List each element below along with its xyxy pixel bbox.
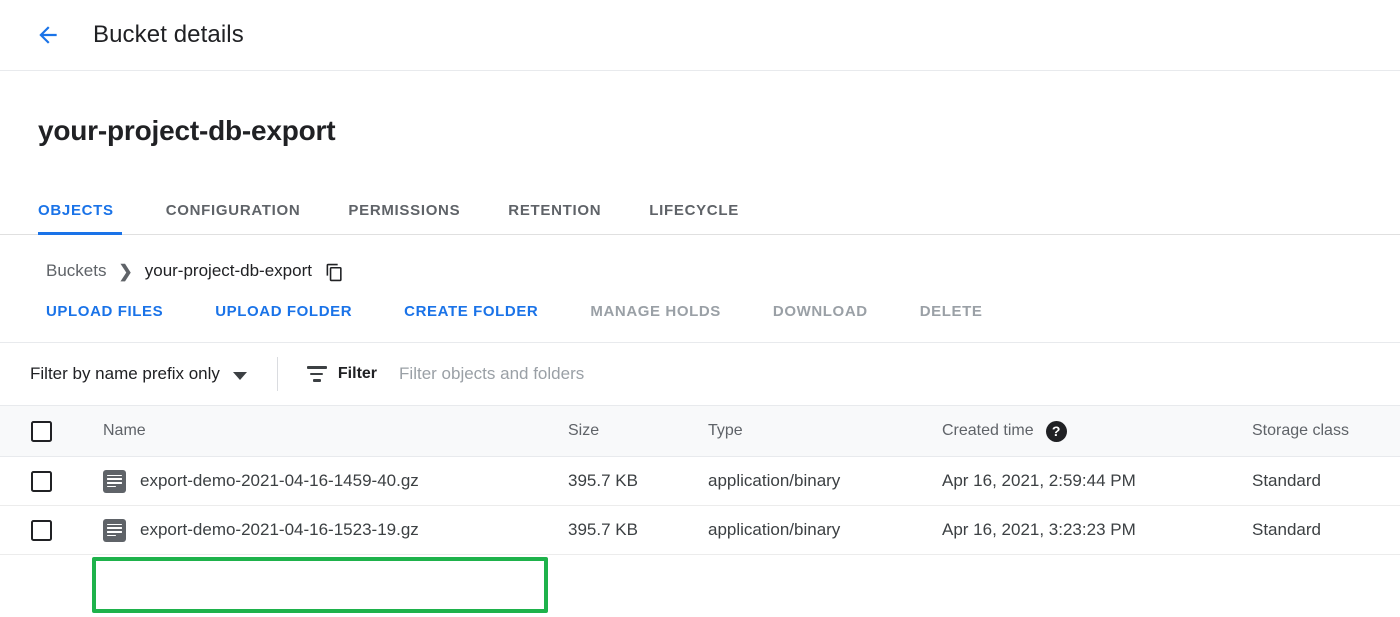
tab-bar: OBJECTS CONFIGURATION PERMISSIONS RETENT…: [0, 169, 1400, 235]
chevron-down-icon: [232, 372, 247, 380]
column-header-type[interactable]: Type: [708, 422, 942, 440]
column-header-size[interactable]: Size: [568, 422, 708, 440]
arrow-left-icon: [39, 26, 57, 44]
select-all-checkbox[interactable]: [31, 420, 52, 442]
breadcrumb-current-bucket: your-project-db-export: [144, 261, 312, 280]
filter-input[interactable]: Filter objects and folders: [399, 364, 584, 384]
filter-icon: [306, 364, 328, 384]
column-header-storage-class[interactable]: Storage class: [1252, 422, 1400, 440]
file-icon: [103, 518, 126, 542]
manage-holds-button[interactable]: MANAGE HOLDS: [590, 303, 721, 320]
help-icon[interactable]: ?: [1045, 420, 1067, 442]
create-folder-button[interactable]: CREATE FOLDER: [404, 303, 538, 320]
breadcrumb: Buckets ❯ your-project-db-export: [0, 235, 1400, 281]
row-select-cell: [0, 519, 103, 541]
row-created-time-cell: Apr 16, 2021, 2:59:44 PM: [942, 471, 1136, 490]
object-name-link[interactable]: export-demo-2021-04-16-1523-19.gz: [140, 520, 419, 540]
row-type-cell: application/binary: [708, 471, 841, 490]
tab-configuration[interactable]: CONFIGURATION: [142, 202, 325, 234]
file-icon: [103, 469, 126, 493]
filter-mode-label: Filter by name prefix only: [30, 364, 220, 383]
row-size-cell: 395.7 KB: [568, 520, 638, 539]
breadcrumb-separator-icon: ❯: [118, 261, 133, 281]
filter-bar: Filter by name prefix only Filter Filter…: [0, 343, 1400, 405]
filter-button[interactable]: Filter: [306, 364, 399, 384]
tab-lifecycle[interactable]: LIFECYCLE: [625, 202, 763, 234]
table-row[interactable]: export-demo-2021-04-16-1523-19.gz 395.7 …: [0, 506, 1400, 555]
row-name-cell[interactable]: export-demo-2021-04-16-1459-40.gz: [103, 469, 568, 493]
row-select-cell: [0, 470, 103, 492]
app-bar: Bucket details: [0, 0, 1400, 71]
breadcrumb-buckets-link[interactable]: Buckets: [46, 261, 106, 281]
row-size-cell: 395.7 KB: [568, 471, 638, 490]
filter-divider: [276, 357, 278, 391]
filter-mode-dropdown[interactable]: Filter by name prefix only: [30, 364, 247, 384]
bucket-name-heading: your-project-db-export: [38, 115, 336, 146]
delete-button[interactable]: DELETE: [920, 303, 983, 320]
upload-folder-button[interactable]: UPLOAD FOLDER: [215, 303, 352, 320]
select-all-cell: [0, 420, 103, 442]
page-title: Bucket details: [93, 21, 244, 48]
table-row[interactable]: export-demo-2021-04-16-1459-40.gz 395.7 …: [0, 457, 1400, 506]
copy-icon[interactable]: [325, 263, 344, 282]
filter-label: Filter: [337, 365, 378, 382]
row-type-cell: application/binary: [708, 520, 841, 539]
download-button[interactable]: DOWNLOAD: [773, 303, 868, 320]
row-checkbox[interactable]: [31, 519, 52, 541]
upload-files-button[interactable]: UPLOAD FILES: [46, 303, 163, 320]
row-name-cell[interactable]: export-demo-2021-04-16-1523-19.gz: [103, 518, 568, 542]
annotation-highlight-box: [92, 557, 548, 613]
objects-table: Name Size Type Created time ? Storage cl…: [0, 405, 1400, 555]
object-actions-toolbar: UPLOAD FILES UPLOAD FOLDER CREATE FOLDER…: [0, 281, 1400, 343]
row-created-time-cell: Apr 16, 2021, 3:23:23 PM: [942, 520, 1136, 539]
column-header-name[interactable]: Name: [103, 422, 568, 440]
tab-retention[interactable]: RETENTION: [484, 202, 625, 234]
row-storage-class-cell: Standard: [1252, 471, 1321, 490]
tab-permissions[interactable]: PERMISSIONS: [324, 202, 484, 234]
column-header-created-time-label: Created time: [942, 422, 1034, 439]
column-header-created-time[interactable]: Created time ?: [942, 420, 1252, 442]
object-name-link[interactable]: export-demo-2021-04-16-1459-40.gz: [140, 471, 419, 491]
back-button[interactable]: [28, 15, 68, 55]
row-storage-class-cell: Standard: [1252, 520, 1321, 539]
row-checkbox[interactable]: [31, 470, 52, 492]
tab-objects[interactable]: OBJECTS: [38, 202, 142, 235]
table-header-row: Name Size Type Created time ? Storage cl…: [0, 405, 1400, 457]
